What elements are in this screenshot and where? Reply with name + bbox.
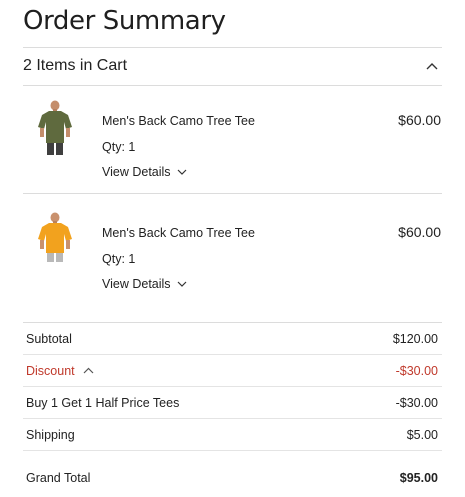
discount-value: -$30.00: [395, 363, 438, 378]
discount-label: Discount: [26, 363, 75, 378]
promo-label: Buy 1 Get 1 Half Price Tees: [26, 395, 180, 410]
view-details-label: View Details: [102, 165, 171, 179]
divider: [23, 85, 442, 86]
view-details-label: View Details: [102, 277, 171, 291]
grand-total-value: $95.00: [399, 470, 438, 485]
product-image[interactable]: [31, 99, 79, 155]
shipping-value: $5.00: [406, 427, 438, 442]
discount-toggle[interactable]: Discount: [23, 364, 94, 378]
cart-toggle[interactable]: 2 Items in Cart: [23, 47, 442, 85]
subtotal-value: $120.00: [392, 331, 438, 346]
view-details-toggle[interactable]: View Details: [102, 165, 187, 179]
grand-total-row: Grand Total $95.00: [23, 462, 442, 493]
item-price: $60.00: [398, 224, 441, 240]
promo-row: Buy 1 Get 1 Half Price Tees -$30.00: [23, 387, 442, 419]
view-details-toggle[interactable]: View Details: [102, 277, 187, 291]
chevron-up-icon[interactable]: [422, 56, 442, 76]
grand-total-label: Grand Total: [26, 470, 91, 485]
item-price: $60.00: [398, 112, 441, 128]
chevron-down-icon: [177, 169, 186, 175]
item-quantity: Qty: 1: [102, 252, 136, 266]
shipping-label: Shipping: [26, 427, 75, 442]
chevron-up-icon: [83, 367, 94, 374]
item-quantity: Qty: 1: [102, 140, 136, 154]
item-name[interactable]: Men's Back Camo Tree Tee: [102, 114, 255, 128]
cart-count-label: 2 Items in Cart: [23, 57, 128, 74]
chevron-down-icon: [177, 281, 186, 287]
shipping-row: Shipping $5.00: [23, 419, 442, 451]
promo-value: -$30.00: [395, 395, 438, 410]
discount-row[interactable]: Discount -$30.00: [23, 355, 442, 387]
subtotal-label: Subtotal: [26, 331, 72, 346]
divider: [23, 193, 442, 194]
item-name[interactable]: Men's Back Camo Tree Tee: [102, 226, 255, 240]
product-image[interactable]: [31, 211, 79, 267]
page-title: Order Summary: [23, 6, 226, 36]
subtotal-row: Subtotal $120.00: [23, 323, 442, 355]
